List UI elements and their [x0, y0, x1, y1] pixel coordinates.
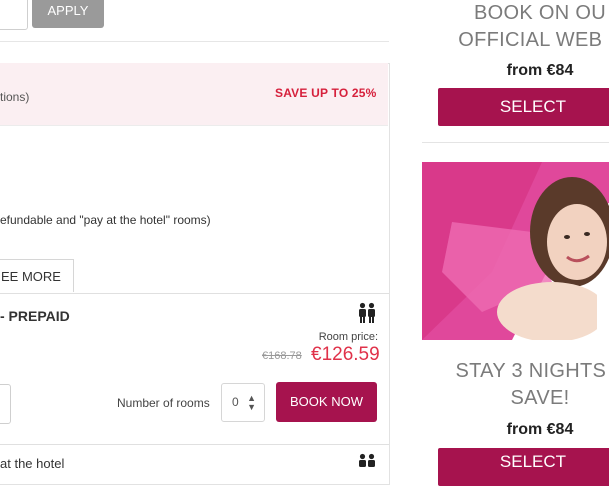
- rooms-select[interactable]: 0 ▲ ▼: [221, 383, 265, 422]
- room-price-label: Room price:: [318, 331, 378, 343]
- promo-title-line: STAY 3 NIGHTS A: [455, 360, 609, 382]
- promo-from-price: from €84: [506, 62, 574, 79]
- old-price: €168.78: [262, 350, 302, 362]
- promo-title: BOOK ON OU OFFICIAL WEB S: [440, 0, 609, 54]
- two-people-icon: [359, 453, 375, 467]
- save-badge: SAVE UP TO 25%: [275, 86, 377, 100]
- select-button[interactable]: SELECT: [438, 88, 609, 126]
- rooms-select-value: 0: [232, 395, 239, 409]
- apply-button[interactable]: APPLY: [32, 0, 104, 28]
- promo-photo[interactable]: [422, 162, 609, 340]
- rate-header-text: tions): [0, 90, 30, 104]
- two-people-icon: [359, 302, 375, 323]
- divider: [0, 41, 389, 42]
- quantity-input[interactable]: [0, 384, 11, 424]
- next-rate-title: at the hotel: [0, 456, 64, 471]
- updown-arrows-icon: ▲ ▼: [247, 393, 256, 412]
- book-now-button[interactable]: BOOK NOW: [276, 382, 377, 422]
- next-rate-suffix: at the hotel: [0, 456, 65, 471]
- number-of-rooms-label: Number of rooms: [117, 396, 210, 410]
- promo-title-line: OFFICIAL WEB S: [458, 29, 609, 51]
- divider: [0, 444, 389, 445]
- new-price: €126.59: [311, 344, 380, 365]
- select-button[interactable]: SELECT: [438, 448, 609, 486]
- promo-from-price: from €84: [506, 421, 574, 438]
- divider: [422, 142, 609, 143]
- rate-description: efundable and "pay at the hotel" rooms): [0, 213, 211, 227]
- room-title: - PREPAID: [0, 308, 70, 324]
- promo-title-line: BOOK ON OU: [474, 2, 606, 24]
- promo-title-line: SAVE!: [510, 387, 570, 409]
- promo-code-input[interactable]: [0, 0, 28, 30]
- divider: [0, 293, 389, 294]
- see-more-button[interactable]: EE MORE: [0, 259, 74, 292]
- promo-title: STAY 3 NIGHTS A SAVE!: [440, 358, 609, 412]
